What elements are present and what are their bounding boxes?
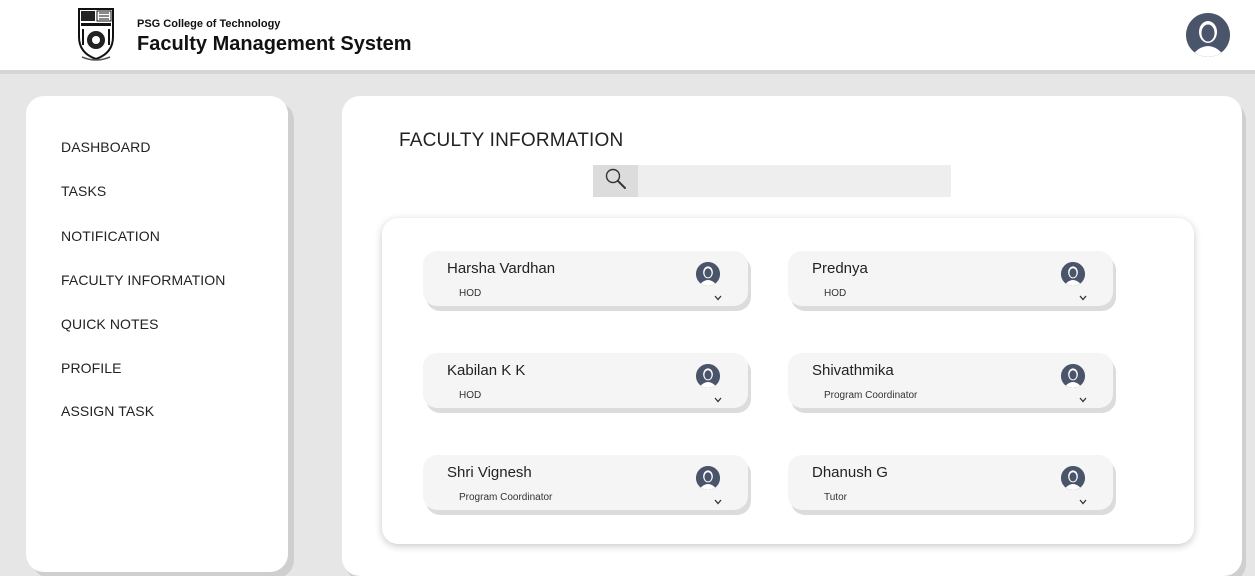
faculty-role: HOD: [824, 288, 847, 299]
faculty-card[interactable]: Shivathmika Program Coordinator: [788, 353, 1113, 408]
search-icon: [603, 166, 629, 197]
chevron-down-icon[interactable]: [712, 290, 724, 301]
top-header: PSG College of Technology Faculty Manage…: [0, 0, 1255, 70]
faculty-role: Tutor: [824, 492, 847, 503]
faculty-card[interactable]: Dhanush G Tutor: [788, 455, 1113, 510]
content-stage: DASHBOARD TASKS NOTIFICATION FACULTY INF…: [0, 70, 1255, 576]
faculty-card[interactable]: Prednya HOD: [788, 251, 1113, 306]
faculty-name: Shivathmika: [812, 362, 894, 379]
faculty-role: HOD: [459, 390, 482, 401]
user-avatar-icon: [1061, 466, 1085, 490]
chevron-down-icon[interactable]: [1077, 494, 1089, 505]
chevron-down-icon[interactable]: [1077, 290, 1089, 301]
sidebar-item-profile[interactable]: PROFILE: [61, 360, 122, 376]
search-bar: [593, 165, 951, 197]
user-avatar-icon[interactable]: [1186, 13, 1230, 57]
search-input[interactable]: [638, 165, 951, 197]
sidebar-item-notification[interactable]: NOTIFICATION: [61, 228, 160, 244]
sidebar-item-tasks[interactable]: TASKS: [61, 183, 106, 199]
user-avatar-icon: [696, 364, 720, 388]
faculty-name: Kabilan K K: [447, 362, 526, 379]
faculty-card[interactable]: Shri Vignesh Program Coordinator: [423, 455, 748, 510]
faculty-card[interactable]: Harsha Vardhan HOD: [423, 251, 748, 306]
faculty-role: Program Coordinator: [824, 390, 918, 401]
sidebar-item-dashboard[interactable]: DASHBOARD: [61, 139, 151, 155]
faculty-name: Dhanush G: [812, 464, 888, 481]
college-crest-icon: [76, 7, 116, 63]
sidebar-item-faculty-information[interactable]: FACULTY INFORMATION: [61, 272, 225, 288]
sidebar-item-assign-task[interactable]: ASSIGN TASK: [61, 403, 154, 419]
chevron-down-icon[interactable]: [712, 392, 724, 403]
main-panel: FACULTY INFORMATION Harsha Vardhan HOD P…: [342, 96, 1242, 576]
chevron-down-icon[interactable]: [1077, 392, 1089, 403]
user-avatar-icon: [1061, 262, 1085, 286]
faculty-role: HOD: [459, 288, 482, 299]
sidebar-item-quick-notes[interactable]: QUICK NOTES: [61, 316, 159, 332]
faculty-name: Harsha Vardhan: [447, 260, 556, 277]
faculty-card[interactable]: Kabilan K K HOD: [423, 353, 748, 408]
faculty-name: Shri Vignesh: [447, 464, 532, 481]
app-title: Faculty Management System: [137, 33, 412, 55]
user-avatar-icon: [696, 262, 720, 286]
faculty-role: Program Coordinator: [459, 492, 553, 503]
college-name: PSG College of Technology: [137, 18, 281, 30]
search-button[interactable]: [593, 165, 638, 197]
user-avatar-icon: [1061, 364, 1085, 388]
chevron-down-icon[interactable]: [712, 494, 724, 505]
faculty-cards-panel: Harsha Vardhan HOD Prednya HOD Kabilan K…: [382, 218, 1194, 544]
faculty-name: Prednya: [812, 260, 868, 277]
sidebar: DASHBOARD TASKS NOTIFICATION FACULTY INF…: [26, 96, 288, 572]
page-title: FACULTY INFORMATION: [399, 130, 624, 151]
user-avatar-icon: [696, 466, 720, 490]
